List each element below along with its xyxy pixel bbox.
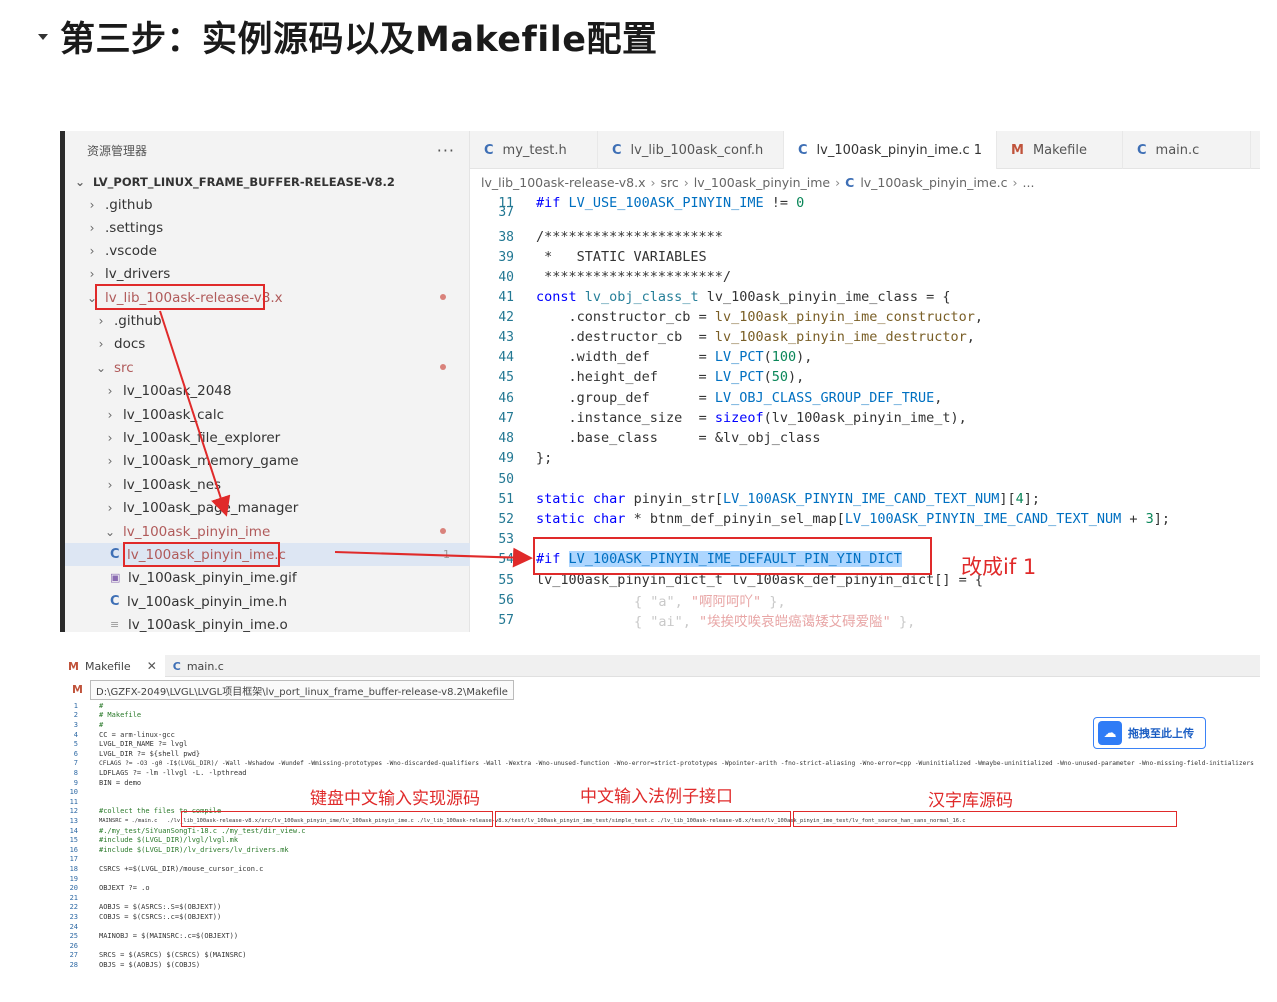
close-icon[interactable]: ✕ — [147, 659, 157, 673]
line-number: 7 — [73, 759, 78, 768]
code-text: CC = arm-linux-gcc — [99, 730, 175, 739]
makefile-editor-screenshot: M Makefile ✕ C main.c M D:\GZFX-2049\LVG… — [60, 655, 1260, 970]
line-number: 23 — [69, 912, 78, 921]
tab-label: main.c — [186, 659, 224, 673]
line-number: 18 — [69, 864, 78, 873]
line-number: 8 — [73, 768, 78, 777]
line-number: 28 — [69, 960, 78, 969]
cloud-upload-icon: ☁ — [1098, 721, 1122, 745]
line-number: 22 — [69, 903, 78, 912]
code-text: OBJEXT ?= .o — [99, 884, 150, 893]
arrows-overlay — [159, 310, 533, 568]
heading-title: 第三步：实例源码以及Makefile配置 — [60, 19, 658, 60]
arrow-to-macro — [334, 547, 533, 568]
code-text: AOBJS = $(ASRCS:.S=$(OBJEXT)) — [99, 903, 222, 912]
c-file-icon: C — [172, 659, 181, 673]
code-text: CSRCS +=$(LVGL_DIR)/mouse_cursor_icon.c — [99, 864, 264, 873]
upload-button[interactable]: ☁ 拖拽至此上传 — [1093, 717, 1206, 749]
line-number: 24 — [69, 922, 78, 931]
highlight-box-test-iface — [495, 811, 791, 827]
code-text: # Makefile — [99, 711, 142, 720]
line-number: 4 — [73, 730, 78, 739]
line-number: 15 — [69, 836, 78, 845]
line-number: 16 — [69, 845, 78, 854]
line-number: 9 — [73, 778, 78, 787]
code-text: MAINOBJ = $(MAINSRC:.c=$(OBJEXT)) — [99, 932, 239, 941]
line-number: 11 — [69, 797, 78, 806]
arrow-to-ime-c — [159, 310, 231, 517]
highlight-box-font-src — [793, 811, 1177, 827]
code-text: LVGL_DIR ?= ${shell pwd} — [99, 749, 201, 758]
line-number: 3 — [73, 720, 78, 729]
line-number: 6 — [73, 749, 78, 758]
code-text: LDFLAGS ?= -lm -llvgl -L. -lpthread — [99, 768, 247, 777]
line-number: 21 — [69, 893, 78, 902]
highlight-box-ime-src — [181, 811, 493, 827]
line-number: 25 — [69, 932, 78, 941]
collapse-caret-icon[interactable] — [38, 34, 48, 40]
line-number: 2 — [73, 711, 78, 720]
code-text: # — [99, 701, 104, 710]
code-text: LVGL_DIR_NAME ?= lvgl — [99, 740, 188, 749]
tab-makefile[interactable]: M Makefile ✕ — [60, 655, 165, 677]
line-number: 10 — [69, 788, 78, 797]
editor2-tab-bar: M Makefile ✕ C main.c — [60, 655, 1260, 677]
annotation-font-src: 汉字库源码 — [928, 791, 1013, 811]
code-text: OBJS = $(AOBJS) $(COBJS) — [99, 960, 201, 969]
annotation-test-iface: 中文输入法例子接口 — [580, 787, 733, 807]
line-number: 12 — [69, 807, 78, 816]
code-text: #./my_test/SiYuanSongTi-18.c ./my_test/d… — [99, 826, 306, 835]
code-text: # — [99, 720, 104, 729]
makefile-icon: M — [68, 659, 79, 673]
code-text: CFLAGS ?= -O3 -g0 -I$(LVGL_DIR)/ -Wall -… — [99, 759, 1254, 767]
upload-label: 拖拽至此上传 — [1128, 727, 1194, 740]
line-number: 26 — [69, 941, 78, 950]
line-number: 5 — [73, 740, 78, 749]
line-number: 20 — [69, 884, 78, 893]
code-text: SRCS = $(ASRCS) $(CSRCS) $(MAINSRC) — [99, 951, 247, 960]
code-text: COBJS = $(CSRCS:.c=$(OBJEXT)) — [99, 912, 222, 921]
line-number: 27 — [69, 951, 78, 960]
section-heading[interactable]: 第三步：实例源码以及Makefile配置 — [38, 12, 657, 60]
vscode-screenshot: 资源管理器 ··· ⌄ LV_PORT_LINUX_FRAME_BUFFER-R… — [60, 131, 1260, 632]
tab-main-c[interactable]: C main.c — [165, 655, 265, 677]
line-number: 17 — [69, 855, 78, 864]
line-number: 13 — [69, 816, 78, 825]
line-number: 19 — [69, 874, 78, 883]
code-text: BIN = demo — [99, 778, 142, 787]
line-number: 14 — [69, 826, 78, 835]
code-text: #include $(LVGL_DIR)/lvgl/lvgl.mk — [99, 836, 239, 845]
code-text: #include $(LVGL_DIR)/lv_drivers/lv_drive… — [99, 845, 289, 854]
line-number: 1 — [73, 701, 78, 710]
tab-label: Makefile — [84, 659, 131, 673]
file-path-tooltip: D:\GZFX-2049\LVGL\LVGL项目框架\lv_port_linux… — [90, 680, 514, 700]
makefile-icon: M — [72, 683, 83, 696]
annotation-ime-src: 键盘中文输入实现源码 — [310, 789, 480, 809]
